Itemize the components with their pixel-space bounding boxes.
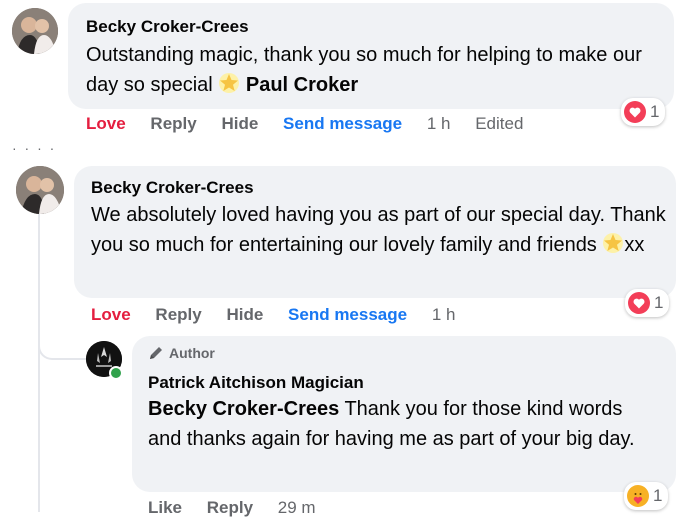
comment-text: We absolutely loved having you as part o…	[91, 200, 671, 260]
send-message-button[interactable]: Send message	[283, 114, 402, 134]
reply-author[interactable]: Patrick Aitchison Magician	[148, 373, 364, 393]
reply-text: Becky Croker-Crees Thank you for those k…	[148, 394, 658, 454]
online-status-dot	[109, 366, 123, 380]
avatar[interactable]	[12, 8, 58, 54]
reaction-count-badge[interactable]: 1	[625, 289, 670, 317]
reaction-count-badge[interactable]: 1	[621, 98, 666, 126]
reply-bubble: Author Patrick Aitchison Magician Becky …	[132, 336, 676, 492]
reaction-count: 1	[650, 102, 660, 121]
love-button[interactable]: Love	[86, 114, 126, 134]
more-replies-dots: · · · ·	[12, 140, 57, 156]
hide-button[interactable]: Hide	[221, 114, 258, 134]
care-reaction-icon	[627, 485, 649, 507]
glowing-star-emoji-icon	[603, 233, 624, 253]
timestamp[interactable]: 29 m	[278, 498, 316, 518]
reply-actions: Like Reply 29 m	[148, 498, 316, 518]
comment-bubble: Becky Croker-Crees Outstanding magic, th…	[68, 3, 674, 109]
reaction-count: 1	[653, 486, 663, 505]
heart-reaction-icon	[628, 292, 650, 314]
comment-author[interactable]: Becky Croker-Crees	[86, 17, 249, 37]
reaction-count-badge[interactable]: 1	[624, 482, 669, 510]
comment-actions: Love Reply Hide Send message 1 h Edited	[86, 114, 523, 134]
thread-connector-vertical	[38, 212, 40, 512]
glowing-star-emoji-icon	[219, 73, 240, 93]
heart-reaction-icon	[624, 101, 646, 123]
comment-text-body: We absolutely loved having you as part o…	[91, 204, 666, 256]
mention-link[interactable]: Becky Croker-Crees	[148, 398, 339, 420]
comment-text: Outstanding magic, thank you so much for…	[86, 40, 666, 100]
comment-author[interactable]: Becky Croker-Crees	[91, 178, 254, 198]
send-message-button[interactable]: Send message	[288, 305, 407, 325]
comment-text-suffix: xx	[624, 234, 645, 256]
timestamp[interactable]: 1 h	[432, 305, 456, 325]
thread-connector-elbow	[38, 340, 86, 360]
reply-button[interactable]: Reply	[150, 114, 196, 134]
comment-actions: Love Reply Hide Send message 1 h	[91, 305, 455, 325]
love-button[interactable]: Love	[91, 305, 131, 325]
reaction-count: 1	[654, 293, 664, 312]
like-button[interactable]: Like	[148, 498, 182, 518]
author-badge: Author	[148, 345, 215, 361]
reply-button[interactable]: Reply	[207, 498, 253, 518]
timestamp[interactable]: 1 h	[427, 114, 451, 134]
comment-text-body: Outstanding magic, thank you so much for…	[86, 44, 642, 96]
pencil-icon	[150, 347, 162, 359]
avatar[interactable]	[16, 166, 64, 214]
mention-link[interactable]: Paul Croker	[246, 74, 358, 96]
edited-label: Edited	[475, 114, 524, 133]
comment-bubble: Becky Croker-Crees We absolutely loved h…	[74, 166, 676, 298]
reply-button[interactable]: Reply	[155, 305, 201, 325]
author-badge-label: Author	[169, 345, 215, 361]
hide-button[interactable]: Hide	[226, 305, 263, 325]
